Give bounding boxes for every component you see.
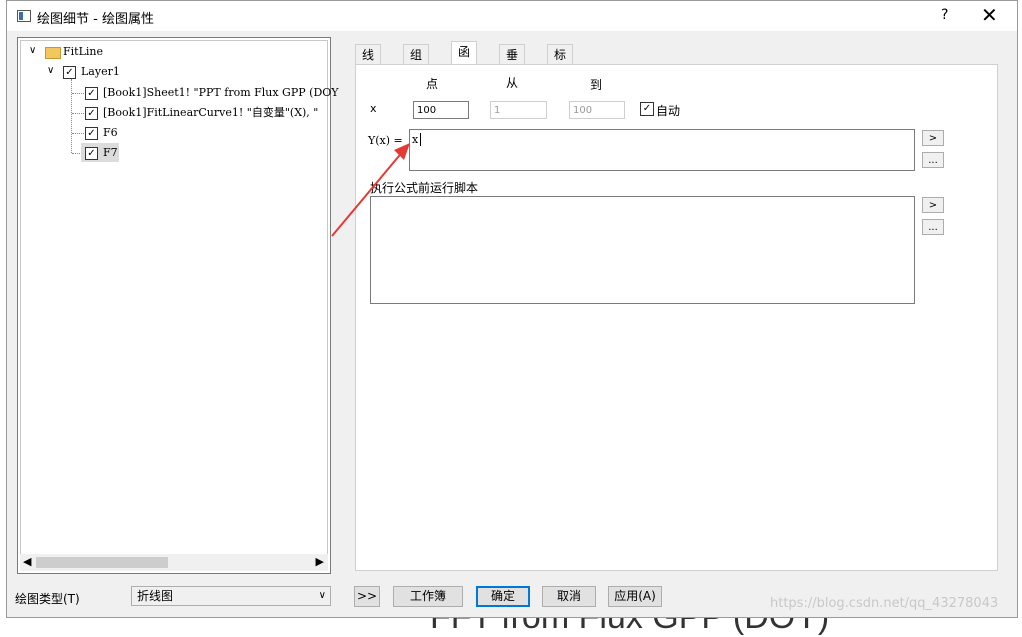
annotation-arrow-head <box>394 143 410 160</box>
annotation-arrow-line <box>331 149 405 237</box>
annotation-arrow <box>331 143 410 237</box>
